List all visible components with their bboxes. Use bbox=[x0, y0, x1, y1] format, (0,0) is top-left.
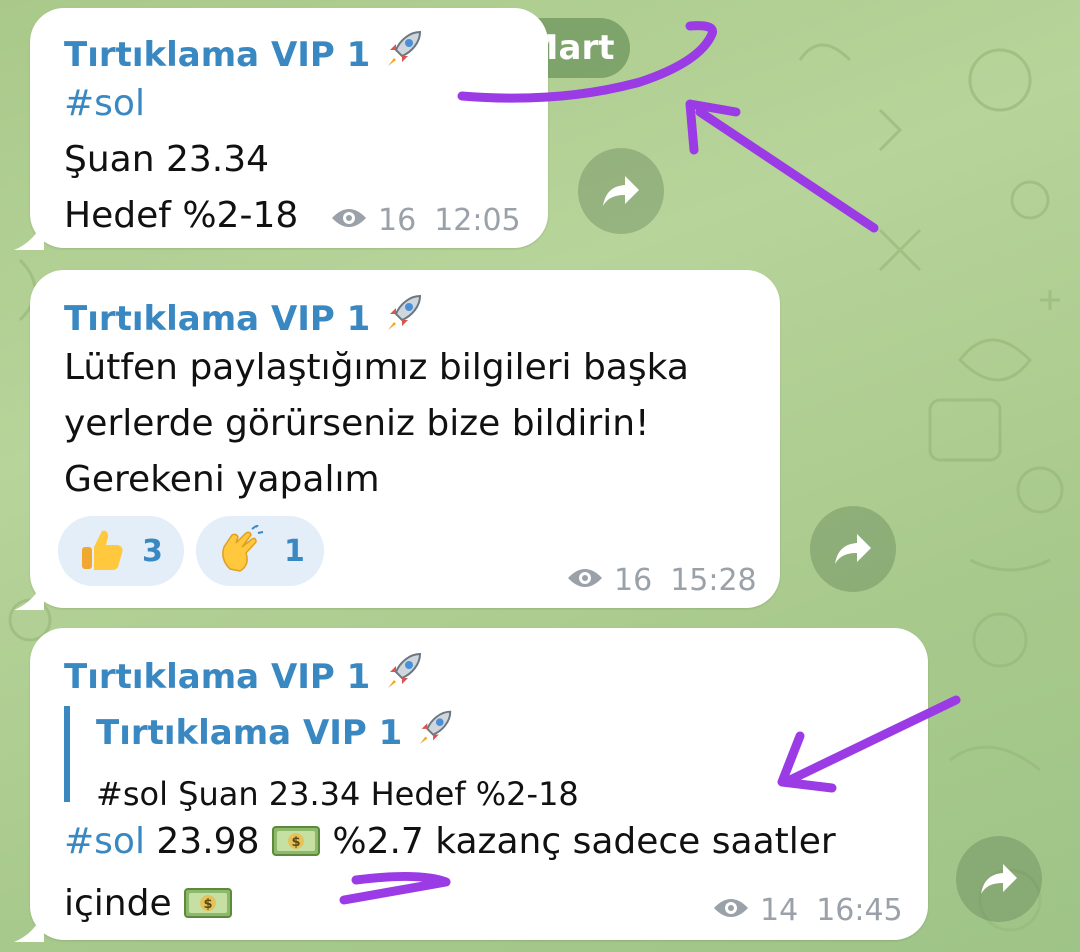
share-arrow-icon bbox=[835, 534, 871, 564]
rocket-icon bbox=[382, 26, 426, 79]
views-icon bbox=[330, 203, 368, 238]
reaction-count: 1 bbox=[284, 533, 305, 569]
forward-button[interactable] bbox=[810, 506, 896, 592]
hashtag-link[interactable]: #sol bbox=[64, 821, 145, 862]
views-count: 14 bbox=[760, 893, 799, 928]
message-meta: 14 16:45 bbox=[712, 893, 903, 928]
rocket-icon bbox=[382, 648, 426, 701]
message-meta: 16 12:05 bbox=[330, 203, 521, 238]
arrow-to-date-head bbox=[685, 99, 741, 155]
reply-sender: Tırtıklama VIP 1 bbox=[96, 706, 579, 757]
bubble-tail bbox=[14, 912, 44, 942]
sender-name[interactable]: Tırtıklama VIP 1 bbox=[64, 648, 426, 701]
forward-button[interactable] bbox=[578, 148, 664, 234]
bubble-tail bbox=[14, 580, 44, 610]
share-arrow-icon bbox=[603, 176, 639, 206]
bubble-tail bbox=[14, 220, 44, 250]
views-icon bbox=[712, 893, 750, 928]
arrow-to-date-annotation bbox=[695, 107, 879, 233]
svg-text:$: $ bbox=[291, 835, 300, 850]
message-text: Lütfen paylaştığımız bilgileri başka yer… bbox=[64, 347, 689, 500]
sender-name[interactable]: Tırtıklama VIP 1 bbox=[64, 290, 426, 343]
rocket-icon bbox=[414, 706, 456, 757]
message-time: 15:28 bbox=[670, 563, 757, 598]
money-bag-icon: $ bbox=[271, 820, 321, 876]
share-arrow-icon bbox=[981, 864, 1017, 894]
views-icon bbox=[566, 563, 604, 598]
svg-text:$: $ bbox=[204, 897, 213, 912]
reaction-thumbs-up[interactable]: 3 bbox=[58, 516, 184, 586]
thumbs-up-icon bbox=[78, 525, 126, 577]
message-time: 16:45 bbox=[816, 893, 903, 928]
hashtag-link[interactable]: #sol bbox=[64, 76, 298, 132]
reply-quote[interactable]: Tırtıklama VIP 1 #sol Şuan 23.34 Hedef %… bbox=[64, 706, 579, 813]
message-time: 12:05 bbox=[434, 203, 521, 238]
reaction-clapping-hands[interactable]: 1 bbox=[196, 516, 324, 586]
message-text: #sol Şuan 23.34 Hedef %2-18 bbox=[64, 76, 298, 244]
reply-text: #sol Şuan 23.34 Hedef %2-18 bbox=[96, 775, 579, 813]
rocket-icon bbox=[382, 290, 426, 343]
message-meta: 16 15:28 bbox=[566, 563, 757, 598]
forward-button[interactable] bbox=[956, 836, 1042, 922]
clapping-hands-icon bbox=[216, 524, 268, 577]
reaction-count: 3 bbox=[142, 533, 163, 569]
views-count: 16 bbox=[614, 563, 653, 598]
money-bag-icon: $ bbox=[183, 882, 233, 938]
sender-name[interactable]: Tırtıklama VIP 1 bbox=[64, 26, 426, 79]
views-count: 16 bbox=[378, 203, 417, 238]
